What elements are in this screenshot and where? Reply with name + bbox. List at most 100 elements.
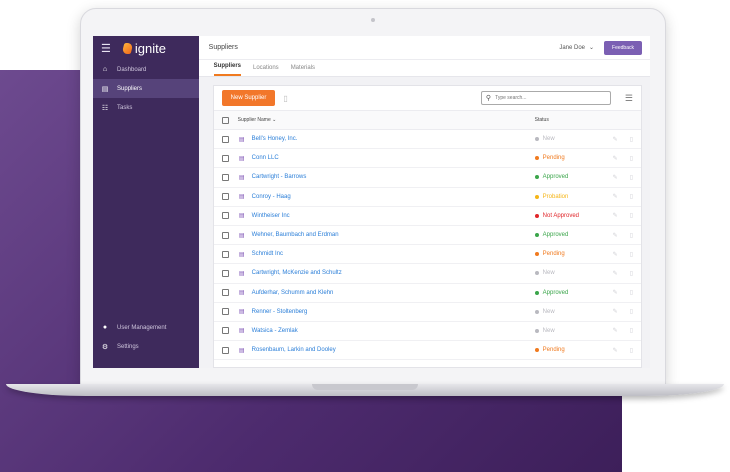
edit-icon[interactable]: ✎ bbox=[613, 155, 618, 162]
table-header: Supplier Name ⌄ Status bbox=[213, 111, 641, 130]
supplier-name-link[interactable]: Wehner, Baumbach and Erdman bbox=[252, 232, 339, 238]
tab-locations[interactable]: Locations bbox=[253, 65, 279, 76]
delete-icon[interactable]: ▯ bbox=[630, 270, 633, 277]
row-checkbox[interactable] bbox=[221, 308, 229, 316]
delete-icon[interactable]: ▯ bbox=[630, 136, 633, 143]
status-cell: New bbox=[534, 270, 605, 276]
table-row[interactable]: ▤ Cartwright, McKenzie and Schultz New ✎ ▯ bbox=[213, 264, 641, 284]
page-title: Suppliers bbox=[208, 44, 238, 51]
row-checkbox[interactable] bbox=[221, 289, 229, 297]
delete-icon[interactable]: ▯ bbox=[630, 193, 633, 200]
sidebar-item-dashboard[interactable]: ⌂ Dashboard bbox=[93, 60, 199, 79]
factory-icon: ▤ bbox=[238, 194, 245, 201]
edit-icon[interactable]: ✎ bbox=[613, 193, 618, 200]
supplier-name-link[interactable]: Rosenbaum, Larkin and Dooley bbox=[252, 347, 336, 353]
delete-icon[interactable]: ▯ bbox=[630, 289, 633, 296]
edit-icon[interactable]: ✎ bbox=[613, 251, 618, 258]
status-text: Pending bbox=[542, 251, 565, 258]
edit-icon[interactable]: ✎ bbox=[613, 270, 618, 277]
status-cell: Approved bbox=[534, 174, 605, 181]
flame-icon bbox=[121, 42, 134, 54]
edit-icon[interactable]: ✎ bbox=[613, 289, 618, 296]
delete-icon[interactable]: ▯ bbox=[630, 347, 633, 354]
delete-icon[interactable]: ▯ bbox=[630, 308, 633, 315]
user-menu[interactable]: Jane Doe ⌄ bbox=[559, 44, 594, 52]
edit-icon[interactable]: ✎ bbox=[613, 232, 618, 239]
supplier-cell: ▤ Conn LLC bbox=[238, 155, 535, 162]
sidebar-item-label: User Management bbox=[117, 324, 167, 331]
delete-icon[interactable]: ▯ bbox=[630, 232, 633, 239]
search-input[interactable] bbox=[495, 95, 606, 101]
search-box: ⚲ bbox=[480, 91, 611, 105]
row-checkbox[interactable] bbox=[221, 135, 229, 143]
delete-icon[interactable]: ▯ bbox=[630, 174, 633, 181]
edit-icon[interactable]: ✎ bbox=[613, 174, 618, 181]
factory-icon: ▤ bbox=[238, 232, 245, 239]
home-icon: ⌂ bbox=[102, 66, 108, 73]
delete-icon[interactable]: ▯ bbox=[630, 327, 633, 334]
row-actions: ✎ ▯ bbox=[613, 174, 633, 181]
new-supplier-button[interactable]: New Supplier bbox=[221, 90, 276, 106]
status-cell: New bbox=[534, 309, 605, 315]
edit-icon[interactable]: ✎ bbox=[613, 308, 618, 315]
row-checkbox[interactable] bbox=[221, 231, 229, 239]
supplier-name-link[interactable]: Schmidt Inc bbox=[252, 251, 283, 257]
row-checkbox[interactable] bbox=[221, 173, 229, 181]
status-dot bbox=[534, 137, 539, 142]
table-row[interactable]: ▤ Rosenbaum, Larkin and Dooley Pending ✎ ▯ bbox=[213, 341, 641, 361]
supplier-name-link[interactable]: Watsica - Zemlak bbox=[252, 328, 298, 334]
table-row[interactable]: ▤ Aufderhar, Schumm and Klehn Approved ✎ ▯ bbox=[213, 284, 641, 303]
table-body: ▤ Bell's Honey, Inc. New ✎ ▯ ▤ Conn LLC Pending… bbox=[213, 130, 641, 361]
select-all-checkbox[interactable] bbox=[221, 116, 229, 124]
table-row[interactable]: ▤ Conn LLC Pending ✎ ▯ bbox=[213, 149, 641, 169]
edit-icon[interactable]: ✎ bbox=[613, 347, 618, 354]
search-icon: ⚲ bbox=[485, 95, 492, 102]
table-row[interactable]: ▤ Watsica - Zemlak New ✎ ▯ bbox=[213, 322, 641, 342]
supplier-name-link[interactable]: Conroy - Haag bbox=[252, 194, 291, 200]
sidebar-item-user-management[interactable]: ● User Management bbox=[93, 318, 199, 337]
row-actions: ✎ ▯ bbox=[613, 289, 633, 296]
row-checkbox[interactable] bbox=[221, 212, 229, 220]
app-name: ignite bbox=[134, 40, 166, 56]
sidebar-item-suppliers[interactable]: ▤ Suppliers bbox=[93, 79, 199, 98]
supplier-name-link[interactable]: Cartwright - Barrows bbox=[252, 174, 307, 180]
table-row[interactable]: ▤ Cartwright - Barrows Approved ✎ ▯ bbox=[213, 168, 641, 188]
edit-icon[interactable]: ✎ bbox=[613, 136, 618, 143]
supplier-name-link[interactable]: Bell's Honey, Inc. bbox=[252, 136, 298, 142]
table-row[interactable]: ▤ Renner - Stoltenberg New ✎ ▯ bbox=[213, 303, 641, 322]
table-row[interactable]: ▤ Wintheiser Inc Not Approved ✎ ▯ bbox=[213, 207, 641, 226]
user-icon: ● bbox=[102, 324, 108, 331]
feedback-button[interactable]: Feedback bbox=[604, 40, 642, 55]
row-checkbox[interactable] bbox=[221, 269, 229, 277]
column-header-status[interactable]: Status bbox=[535, 117, 605, 123]
filter-icon[interactable]: ☰ bbox=[625, 93, 633, 104]
sidebar-item-settings[interactable]: ⚙ Settings bbox=[93, 337, 199, 356]
delete-icon[interactable]: ▯ bbox=[283, 94, 287, 103]
row-checkbox[interactable] bbox=[221, 250, 229, 258]
supplier-name-link[interactable]: Wintheiser Inc bbox=[252, 213, 290, 219]
delete-icon[interactable]: ▯ bbox=[630, 155, 633, 162]
tab-materials[interactable]: Materials bbox=[291, 65, 315, 76]
row-checkbox[interactable] bbox=[221, 193, 229, 201]
table-row[interactable]: ▤ Wehner, Baumbach and Erdman Approved ✎ ▯ bbox=[213, 226, 641, 246]
edit-icon[interactable]: ✎ bbox=[613, 212, 618, 219]
supplier-name-link[interactable]: Cartwright, McKenzie and Schultz bbox=[252, 270, 342, 276]
supplier-name-link[interactable]: Renner - Stoltenberg bbox=[252, 309, 308, 315]
table-row[interactable]: ▤ Schmidt Inc Pending ✎ ▯ bbox=[213, 245, 641, 265]
tab-suppliers[interactable]: Suppliers bbox=[213, 63, 241, 76]
edit-icon[interactable]: ✎ bbox=[613, 327, 618, 334]
status-text: Approved bbox=[542, 174, 569, 181]
sidebar-item-tasks[interactable]: ☷ Tasks bbox=[93, 98, 199, 117]
menu-icon[interactable]: ☰ bbox=[101, 42, 111, 55]
app-logo[interactable]: ignite bbox=[121, 40, 166, 56]
row-checkbox[interactable] bbox=[221, 346, 229, 354]
supplier-name-link[interactable]: Aufderhar, Schumm and Klehn bbox=[252, 290, 334, 296]
supplier-name-link[interactable]: Conn LLC bbox=[252, 155, 279, 161]
table-row[interactable]: ▤ Bell's Honey, Inc. New ✎ ▯ bbox=[213, 130, 641, 150]
delete-icon[interactable]: ▯ bbox=[630, 212, 633, 219]
delete-icon[interactable]: ▯ bbox=[630, 251, 633, 258]
row-checkbox[interactable] bbox=[221, 154, 229, 162]
table-row[interactable]: ▤ Conroy - Haag Probation ✎ ▯ bbox=[213, 188, 641, 207]
row-checkbox[interactable] bbox=[221, 327, 229, 335]
column-header-supplier-name[interactable]: Supplier Name ⌄ bbox=[238, 117, 535, 123]
